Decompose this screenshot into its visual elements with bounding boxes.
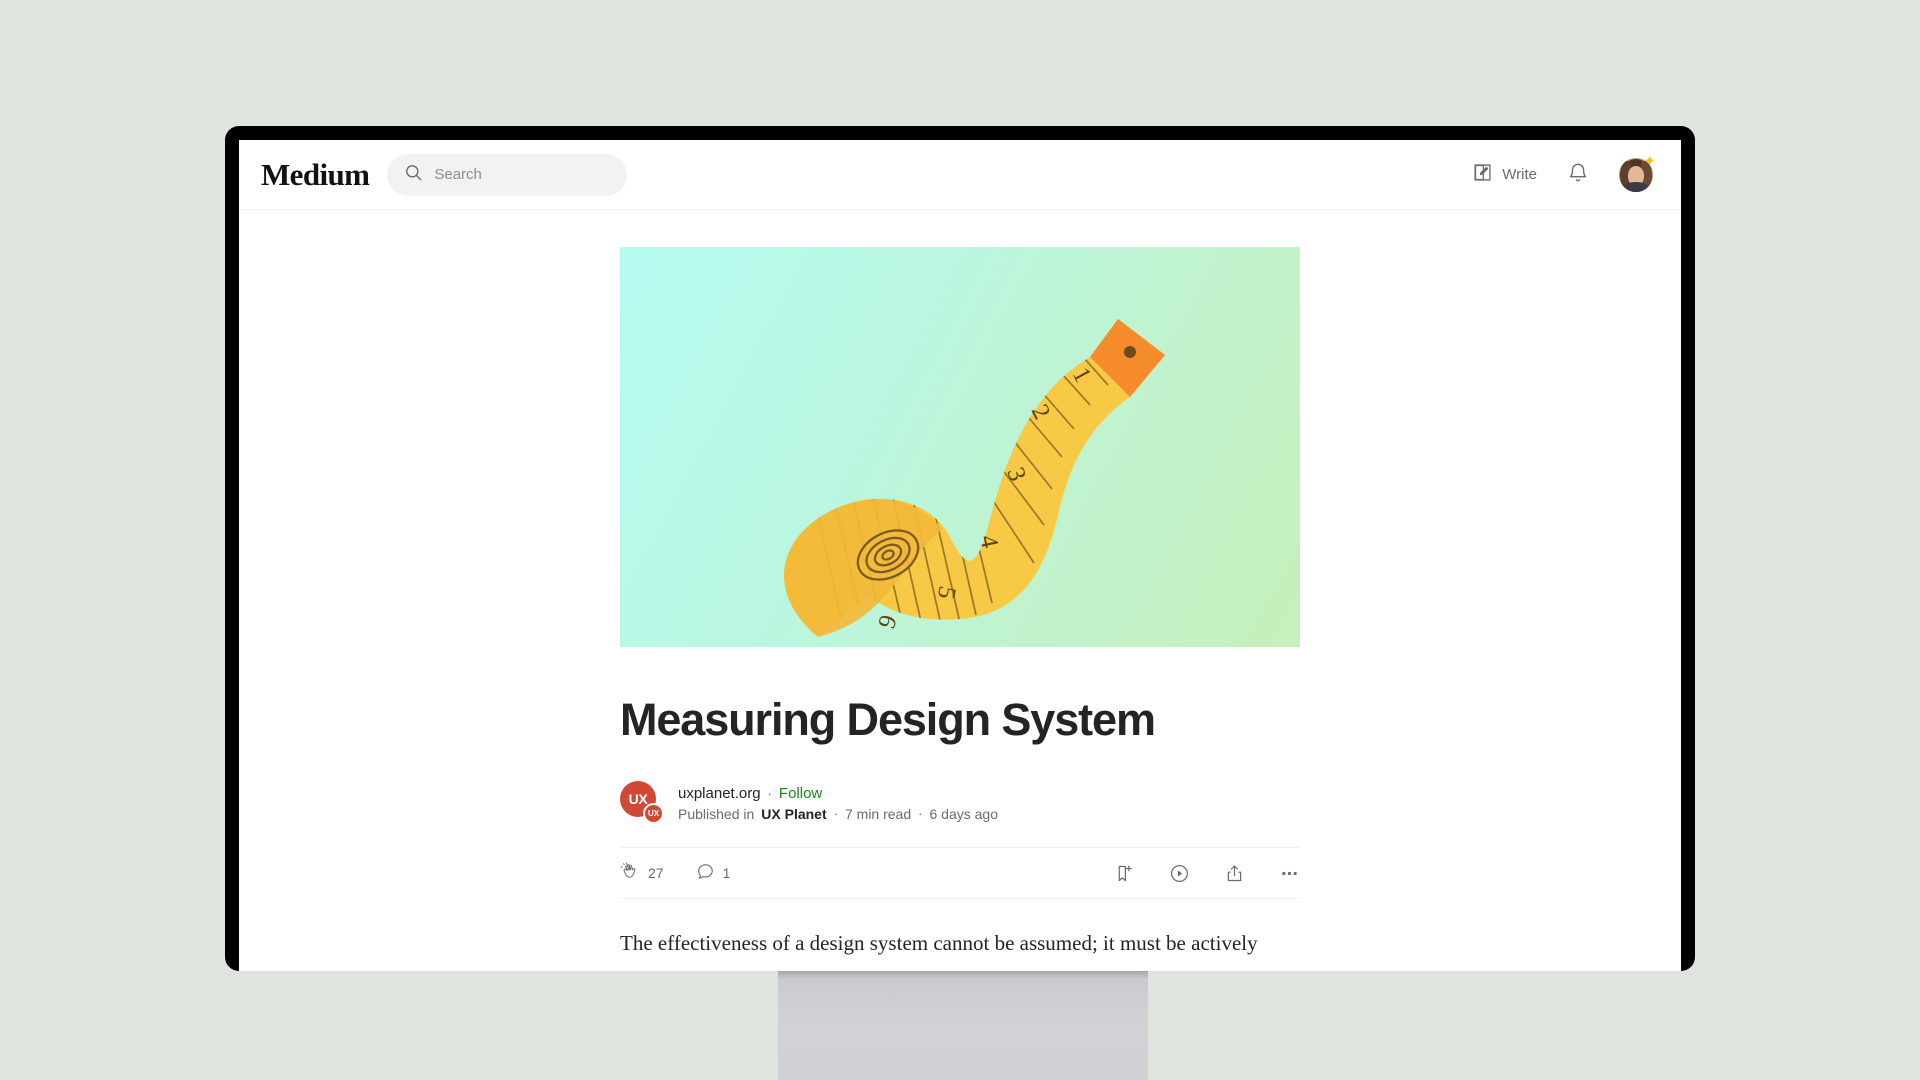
clap-count: 27	[648, 865, 664, 882]
tape-tip-hole	[1124, 346, 1136, 358]
comment-button[interactable]: 1	[696, 862, 731, 884]
byline-separator-2: ·	[833, 806, 838, 822]
monitor-bezel: Medium Search Write ✦ 1 2 3 4 5 6 Measur…	[225, 126, 1695, 971]
hero-image: 1 2 3 4 5 6	[620, 247, 1300, 647]
engagement-left: 27 1	[620, 862, 730, 885]
search-input[interactable]	[434, 166, 611, 183]
share-icon[interactable]	[1224, 863, 1245, 884]
published-in-label: Published in	[678, 805, 755, 822]
comment-icon	[696, 862, 715, 884]
engagement-right	[1114, 863, 1300, 884]
read-time: 7 min read	[844, 805, 912, 822]
sparkle-star-icon: ✦	[1643, 152, 1656, 170]
publication-logo[interactable]: UX UX	[620, 781, 664, 825]
article-body-first-line: The effectiveness of a design system can…	[620, 931, 1258, 956]
medium-logo[interactable]: Medium	[261, 157, 370, 193]
svg-text:6: 6	[872, 611, 902, 632]
page-title: Measuring Design System	[620, 694, 1156, 745]
article: 1 2 3 4 5 6 Measuring Design System UX U…	[620, 210, 1300, 961]
clap-button[interactable]: 27	[620, 862, 664, 885]
byline: UX UX uxplanet.org · Follow Published in…	[620, 781, 1300, 825]
search-box[interactable]	[387, 153, 628, 196]
byline-secondary-row: Published in UX Planet · 7 min read · 6 …	[678, 806, 998, 822]
engagement-bar: 27 1	[620, 847, 1300, 900]
publish-date: 6 days ago	[929, 805, 998, 822]
byline-text: uxplanet.org · Follow Published in UX Pl…	[678, 785, 998, 822]
search-icon	[404, 163, 423, 187]
bookmark-plus-icon[interactable]	[1114, 863, 1135, 884]
header-actions: Write ✦	[1472, 154, 1656, 192]
site-header: Medium Search Write ✦	[239, 140, 1681, 210]
write-label: Write	[1502, 166, 1537, 183]
monitor-stand	[778, 971, 1148, 1080]
pencil-square-icon	[1472, 162, 1493, 187]
byline-separator-1: ·	[767, 785, 772, 801]
bell-icon	[1567, 162, 1589, 187]
avatar[interactable]: ✦	[1619, 154, 1656, 192]
publication-name[interactable]: UX Planet	[761, 806, 826, 822]
ellipsis-icon[interactable]	[1279, 863, 1300, 884]
publication-logo-small-text: UX	[643, 803, 664, 825]
author-name[interactable]: uxplanet.org	[678, 785, 761, 802]
monitor-screen: Medium Search Write ✦ 1 2 3 4 5 6 Measur…	[239, 140, 1681, 971]
write-button[interactable]: Write	[1472, 162, 1537, 187]
byline-separator-3: ·	[918, 806, 923, 822]
follow-link[interactable]: Follow	[779, 785, 822, 802]
comment-count: 1	[722, 865, 731, 882]
byline-primary-row: uxplanet.org · Follow	[678, 785, 998, 802]
notifications-button[interactable]	[1567, 162, 1589, 187]
measuring-tape-illustration: 1 2 3 4 5 6	[784, 319, 1165, 637]
clap-icon	[620, 862, 640, 885]
play-circle-icon[interactable]	[1169, 863, 1190, 884]
monitor-stand-shadow	[778, 971, 1148, 979]
